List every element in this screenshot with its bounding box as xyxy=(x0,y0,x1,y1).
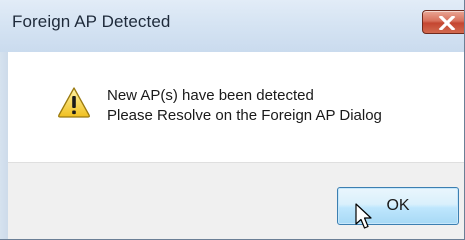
dialog-window: Foreign AP Detected New AP(s) have been … xyxy=(0,0,465,240)
message-line-2: Please Resolve on the Foreign AP Dialog xyxy=(107,107,382,124)
title-bar[interactable]: Foreign AP Detected xyxy=(0,0,464,52)
message-line-1: New AP(s) have been detected xyxy=(107,87,314,104)
close-icon xyxy=(438,16,456,30)
mouse-cursor-icon xyxy=(355,203,372,229)
warning-icon xyxy=(58,87,90,118)
window-frame-left xyxy=(0,52,8,239)
close-button[interactable] xyxy=(422,10,464,34)
window-title: Foreign AP Detected xyxy=(12,12,171,31)
message-text: New AP(s) have been detected Please Reso… xyxy=(107,86,382,126)
